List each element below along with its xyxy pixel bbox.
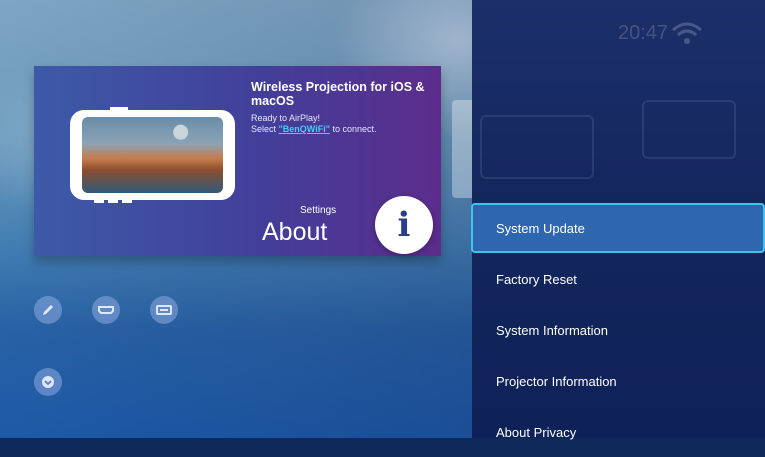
usb-icon[interactable] [150,296,178,324]
info-icon: i [397,205,411,245]
hdmi-icon[interactable] [92,296,120,324]
pencil-icon[interactable] [34,296,62,324]
phone-button [94,200,104,203]
connect-instruction: Select "BenQWiFi" to connect. [251,124,377,135]
chevron-down-icon[interactable] [34,368,62,396]
card-title: Wireless Projection for iOS & macOS [251,80,425,108]
phone-button [110,107,128,110]
menu-item-label: System Information [496,322,608,338]
phone-button [108,200,118,203]
adjacent-card-peek[interactable] [452,100,472,198]
airplay-status: Ready to AirPlay! [251,113,321,123]
menu-item-label: About Privacy [496,424,577,440]
wifi-name-link: "BenQWiFi" [278,124,330,134]
card-category-label: Settings [300,205,337,216]
wifi-icon [672,22,702,44]
menu-item-system-information[interactable]: System Information [472,305,765,355]
menu-item-projector-information[interactable]: Projector Information [472,356,765,406]
menu-item-label: System Update [496,220,585,236]
card-subtitle: Ready to AirPlay! Select "BenQWiFi" to c… [251,113,377,135]
phone-button [122,200,132,203]
info-button[interactable]: i [375,196,433,254]
menu-item-factory-reset[interactable]: Factory Reset [472,254,765,304]
menu-item-about-privacy[interactable]: About Privacy [472,407,765,457]
panel-background-ghost [472,95,765,200]
phone-screen-image [82,117,223,193]
connect-suffix: to connect. [329,124,377,134]
menu-item-label: Factory Reset [496,271,577,287]
menu-item-label: Projector Information [496,373,617,389]
card-heading: About [262,218,328,246]
connect-prefix: Select [251,124,279,134]
phone-illustration [70,110,235,200]
status-clock: 20:47 [618,22,669,44]
menu-item-system-update[interactable]: System Update [471,203,765,253]
